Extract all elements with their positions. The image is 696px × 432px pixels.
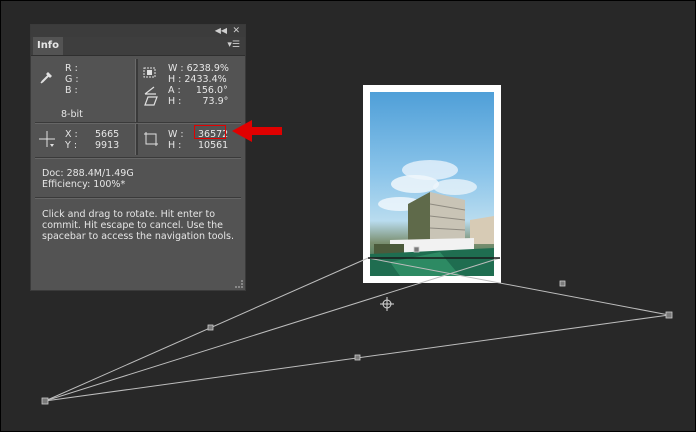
divider [35, 122, 241, 124]
divider [35, 157, 241, 159]
tab-strip: Info ▾☰ [31, 37, 245, 56]
transform-angle: A : 156.0° [168, 85, 228, 96]
skew-icon [144, 96, 158, 106]
size-w-label: W : [168, 129, 184, 140]
help-text: Click and drag to rotate. Hit enter to c… [42, 209, 234, 242]
size-h-value: 10561 [198, 140, 229, 151]
document-image[interactable] [363, 85, 501, 283]
divider [35, 197, 241, 199]
resize-grip[interactable] [235, 280, 243, 288]
close-icon[interactable]: ✕ [232, 25, 240, 37]
selection-size-icon [144, 132, 158, 146]
position-y-label: Y : [65, 140, 78, 151]
size-h-label: H : [168, 140, 182, 151]
panel-menu-icon[interactable]: ▾☰ [227, 40, 240, 50]
crosshair-icon [39, 131, 55, 147]
efficiency: Efficiency: 100%* [42, 179, 126, 190]
collapse-icon[interactable]: ◀◀ [215, 25, 227, 37]
position-x-value: 5665 [95, 129, 120, 140]
panel-title-bar[interactable]: ◀◀ ✕ [31, 25, 245, 37]
position-y-value: 9913 [95, 140, 120, 151]
info-panel: ◀◀ ✕ Info ▾☰ R : G : B : 8-bit W : 6238.… [30, 24, 246, 291]
column-divider [135, 59, 138, 155]
rgb-b-label: B : [65, 85, 78, 96]
bit-depth: 8-bit [61, 109, 83, 120]
tab-info[interactable]: Info [33, 37, 63, 55]
transform-height: H : 2433.4% [168, 74, 227, 85]
width-height-icon [143, 67, 156, 78]
building-photo [370, 92, 494, 276]
eyedropper-icon [40, 72, 52, 84]
angle-icon [144, 86, 156, 95]
transform-skew: H : 73.9° [168, 96, 229, 107]
rgb-r-label: R : [65, 63, 78, 74]
building-illustration [370, 160, 494, 276]
highlight-box [194, 125, 226, 139]
rgb-g-label: G : [65, 74, 79, 85]
doc-size: Doc: 288.4M/1.49G [42, 168, 134, 179]
transform-width: W : 6238.9% [168, 63, 229, 74]
position-x-label: X : [65, 129, 78, 140]
